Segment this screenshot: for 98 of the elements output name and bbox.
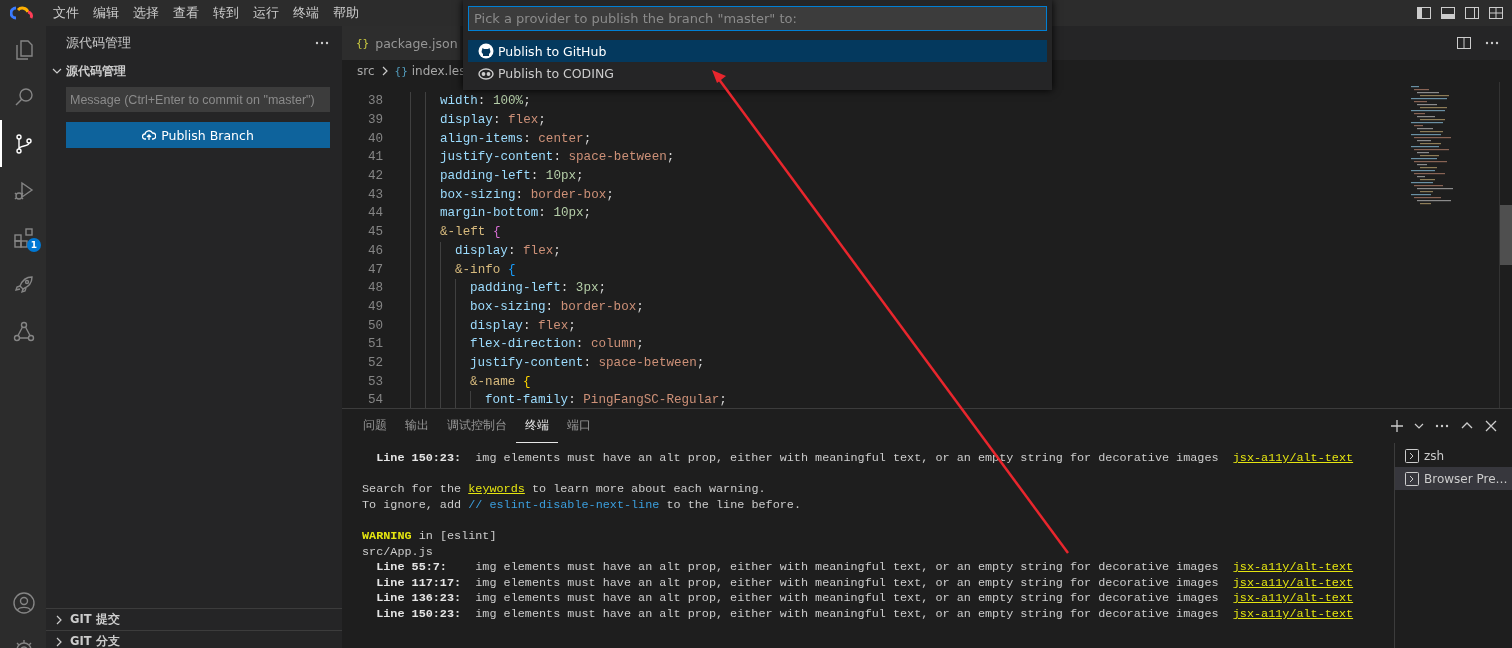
line-number: 52	[366, 355, 383, 370]
breadcrumb-item[interactable]: {} index.les	[394, 64, 466, 78]
code-line: box-sizing: border-box;	[440, 187, 614, 202]
menu-item[interactable]: 终端	[286, 3, 326, 23]
menu-item[interactable]: 运行	[246, 3, 286, 23]
terminal-line: Line 117:17: img elements must have an alt prop, either with meaningful text, or an empty string for decorative images jsx-a11y/alt-text	[375, 575, 1355, 592]
line-number: 50	[366, 318, 383, 333]
line-number: 42	[366, 169, 383, 184]
menu-item[interactable]: 选择	[126, 3, 166, 23]
code-line: display: flex;	[440, 113, 546, 128]
count-badge: 1	[27, 238, 41, 252]
terminal-name[interactable]: Browser Pre…	[1424, 471, 1508, 486]
split-editor-icon[interactable]	[1456, 35, 1472, 51]
editor-tab[interactable]: {} package.json	[342, 26, 460, 60]
terminal-icon	[1405, 471, 1419, 486]
rule-link[interactable]: jsx-a11y/alt-text	[1232, 591, 1354, 606]
line-number: 53	[366, 374, 383, 389]
extensions-icon[interactable]	[12, 225, 36, 250]
dropdown-icon[interactable]	[1414, 421, 1424, 431]
account-icon[interactable]	[12, 590, 36, 615]
chevron-icon[interactable]	[54, 636, 64, 647]
panel-tab[interactable]: 调试控制台	[438, 409, 516, 443]
code-line: margin-bottom: 10px;	[440, 206, 592, 221]
terminal-line: To ignore, add // eslint-disable-next-line to the line before.	[362, 497, 802, 514]
section-title[interactable]: 源代码管理	[66, 62, 126, 80]
code-line: box-sizing: border-box;	[470, 299, 644, 314]
chevron-icon[interactable]	[52, 66, 62, 76]
provider-option[interactable]: Publish to GitHub	[468, 40, 1047, 62]
line-number: 48	[366, 281, 383, 296]
panel-tab[interactable]: 终端	[516, 409, 558, 443]
line-number: 51	[366, 337, 383, 352]
line-number: 45	[366, 225, 383, 240]
code-line: font-family: PingFangSC-Regular;	[485, 393, 727, 408]
line-number: 49	[366, 299, 383, 314]
menu-item[interactable]: 查看	[166, 3, 206, 23]
code-line: width: 100%;	[440, 94, 531, 109]
code-line: justify-content: space-between;	[470, 355, 705, 370]
line-number: 46	[366, 243, 383, 258]
code-line: display: flex;	[455, 243, 561, 258]
code-line: padding-left: 10px;	[440, 169, 584, 184]
line-number: 41	[366, 150, 383, 165]
keywords-link[interactable]: keywords	[468, 482, 525, 497]
sidebar-title: 源代码管理	[66, 34, 131, 52]
terminal-icon	[1405, 448, 1419, 463]
menu-item[interactable]: 帮助	[326, 3, 366, 23]
panel-tab[interactable]: 问题	[354, 409, 396, 443]
provider-option[interactable]: Publish to CODING	[468, 62, 1047, 84]
panel-tab[interactable]: 输出	[396, 409, 438, 443]
panel-tab[interactable]: 端口	[558, 409, 600, 443]
terminal-line: Line 55:7: img elements must have an alt prop, either with meaningful text, or an empty string for decorative images jsx-a11y/alt-text	[375, 560, 1355, 576]
code-line: align-items: center;	[440, 131, 592, 146]
line-number: 54	[366, 393, 383, 408]
breadcrumb-item[interactable]: src	[357, 64, 375, 78]
provider-search-field[interactable]: Pick a provider to publish the branch "master" to:	[468, 6, 1047, 31]
octocat-icon	[478, 43, 494, 59]
line-number: 40	[366, 131, 383, 146]
menu-item[interactable]: 文件	[46, 3, 86, 23]
code-line: padding-left: 3px;	[470, 281, 607, 296]
layout-panel-icon[interactable]	[1440, 5, 1456, 21]
selected-terminal-row[interactable]: Browser Pre…	[1395, 467, 1512, 490]
terminal-line: Line 136:23: img elements must have an alt prop, either with meaningful text, or an empty string for decorative images jsx-a11y/alt-text	[375, 591, 1355, 607]
line-number: 38	[366, 94, 383, 109]
rule-link[interactable]: jsx-a11y/alt-text	[1232, 575, 1354, 590]
line-number: 44	[366, 206, 383, 221]
terminal-line: WARNING in [eslint]	[362, 528, 498, 545]
scrollbar-thumb[interactable]	[1500, 205, 1512, 265]
menu-item[interactable]: 转到	[206, 3, 246, 23]
terminal-line: Search for the keywords to learn more about each warning.	[362, 482, 767, 498]
terminal-line: src/App.js	[362, 544, 434, 561]
network-icon[interactable]	[12, 319, 36, 344]
line-number: 43	[366, 187, 383, 202]
rule-link[interactable]: jsx-a11y/alt-text	[1232, 451, 1354, 465]
section-title[interactable]: GIT 分支	[70, 634, 120, 648]
terminal-name[interactable]: zsh	[1424, 448, 1445, 463]
terminal-line: Line 150:23: img elements must have an alt prop, either with meaningful text, or an empty string for decorative images jsx-a11y/alt-text	[375, 606, 1355, 623]
code-line: flex-direction: column;	[470, 337, 644, 352]
line-number: 47	[366, 262, 383, 277]
chevron-icon[interactable]	[54, 614, 64, 625]
robot-face-icon	[478, 65, 494, 81]
code-line: display: flex;	[470, 318, 576, 333]
commit-message-field[interactable]: Message (Ctrl+Enter to commit on "master")	[66, 87, 330, 112]
menu-item[interactable]: 编辑	[86, 3, 126, 23]
line-number: 39	[366, 113, 383, 128]
publish-branch-button[interactable]: Publish Branch	[66, 122, 330, 148]
cloud-upload-icon	[142, 129, 157, 141]
rule-link[interactable]: jsx-a11y/alt-text	[1232, 560, 1354, 575]
app-logo	[10, 6, 34, 20]
code-line: &-name {	[470, 374, 531, 389]
plus-icon[interactable]	[1390, 419, 1404, 433]
layout-secondary-icon[interactable]	[1464, 5, 1480, 21]
code-line: &-info {	[455, 262, 516, 277]
rule-link[interactable]: jsx-a11y/alt-text	[1232, 606, 1354, 621]
layout-grid-icon[interactable]	[1488, 5, 1504, 21]
code-line: justify-content: space-between;	[440, 150, 675, 165]
layout-sidebar-icon[interactable]	[1416, 5, 1432, 21]
section-title[interactable]: GIT 提交	[70, 612, 120, 627]
close-icon[interactable]	[1484, 419, 1498, 433]
code-line: &-left {	[440, 225, 501, 240]
